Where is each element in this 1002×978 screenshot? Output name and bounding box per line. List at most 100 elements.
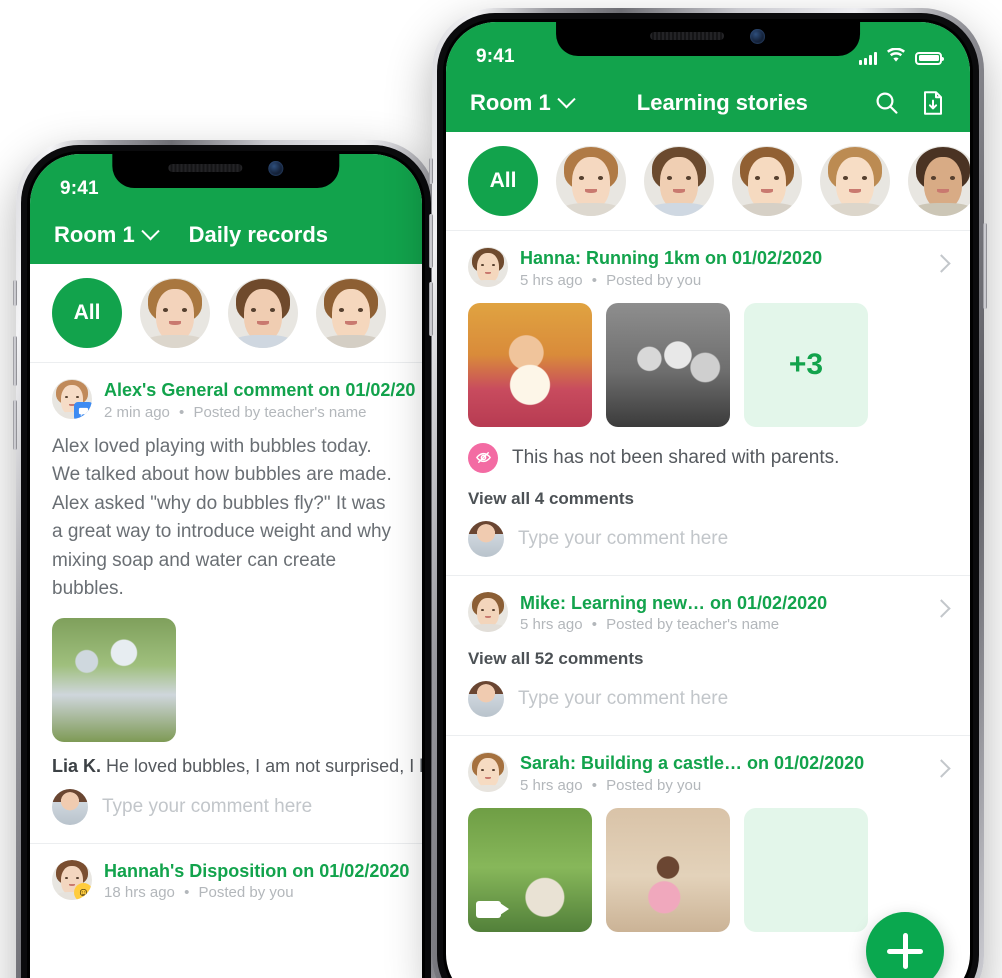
volume-up-button[interactable] (13, 336, 17, 386)
filter-child-avatar[interactable] (316, 278, 386, 348)
avatar-mouth (761, 189, 773, 193)
more-photos-count: +3 (788, 347, 824, 381)
comment-composer[interactable]: Type your comment here (468, 520, 948, 557)
room-selector-front[interactable]: Room 1 (470, 89, 576, 116)
filter-child-avatar[interactable] (556, 146, 626, 216)
avatar-eye (931, 176, 936, 180)
post-more-photos-tile[interactable]: +3 (744, 302, 868, 427)
post-item[interactable]: Mike: Learning new… on 01/02/2020 5 hrs … (446, 574, 970, 736)
filter-child-avatar[interactable] (908, 146, 970, 216)
smiley-face-icon: ☺ (74, 882, 92, 900)
earpiece-speaker-icon (168, 164, 243, 172)
avatar-skin (836, 157, 874, 209)
post-subtitle: 2 min ago • Posted by teacher's name (104, 404, 400, 421)
avatar-eye (163, 308, 168, 312)
page-title-front: Learning stories (636, 90, 808, 115)
power-button[interactable] (983, 223, 987, 309)
post-avatar[interactable] (52, 379, 92, 419)
eye-off-icon (468, 442, 498, 473)
mute-switch[interactable] (429, 158, 433, 184)
avatar-eye (65, 876, 68, 879)
chevron-right-icon[interactable] (932, 759, 951, 778)
post-header: ☺ Hannah's Disposition on 01/02/2020 18 … (52, 859, 409, 901)
plus-icon (902, 933, 908, 969)
comment-input-placeholder[interactable]: Type your comment here (518, 688, 728, 710)
post-header: Sarah: Building a castle… on 01/02/2020 … (468, 752, 951, 794)
avatar-skin (477, 758, 499, 788)
volume-up-button[interactable] (429, 214, 433, 268)
avatar-eye (667, 176, 672, 180)
post-photo-thumbnail[interactable] (468, 302, 592, 427)
post-video-thumbnail[interactable] (468, 807, 592, 932)
post-item[interactable]: Hanna: Running 1km on 01/02/2020 5 hrs a… (446, 231, 970, 575)
filter-child-avatar[interactable] (228, 278, 298, 348)
comment-input-placeholder[interactable]: Type your comment here (102, 796, 312, 818)
post-photo-thumbnail[interactable] (606, 807, 730, 932)
comment-text: He loved bubbles, I am not surprised, I … (106, 755, 422, 776)
filter-child-avatar[interactable] (644, 146, 714, 216)
post-meta: Hanna: Running 1km on 01/02/2020 5 hrs a… (520, 247, 923, 289)
post-thumbnails (52, 617, 400, 742)
post-avatar[interactable] (468, 247, 508, 287)
share-status-text: This has not been shared with parents. (512, 446, 840, 468)
chat-bubble-icon (74, 402, 92, 419)
status-indicators (859, 47, 944, 68)
separator-dot: • (591, 271, 597, 289)
avatar-eye (686, 176, 691, 180)
filter-child-avatar[interactable] (140, 278, 210, 348)
post-avatar[interactable] (468, 752, 508, 792)
post-avatar[interactable] (468, 591, 508, 632)
post-meta: Alex's General comment on 01/02/20 2 min… (104, 379, 416, 421)
child-filter-strip-back[interactable]: All (30, 264, 422, 363)
post-item[interactable]: Alex's General comment on 01/02/20 2 min… (30, 363, 422, 843)
earpiece-speaker-icon (650, 32, 725, 40)
volume-down-button[interactable] (13, 400, 17, 450)
document-download-icon[interactable] (918, 88, 948, 118)
avatar-eye (182, 308, 187, 312)
search-icon[interactable] (872, 88, 902, 118)
post-title: Sarah: Building a castle… on 01/02/2020 (520, 753, 865, 773)
post-more-photos-tile[interactable] (744, 807, 868, 932)
post-body: Alex loved playing with bubbles today. W… (52, 435, 392, 600)
volume-down-button[interactable] (429, 282, 433, 336)
front-camera-icon (268, 160, 284, 176)
post-time: 18 hrs ago (104, 884, 175, 901)
chevron-right-icon[interactable] (932, 598, 951, 618)
status-clock: 9:41 (60, 178, 99, 199)
comment-composer[interactable]: Type your comment here (468, 681, 948, 717)
filter-all-label: All (489, 169, 517, 192)
post-photo-thumbnail[interactable] (606, 302, 730, 427)
filter-all-back[interactable]: All (52, 278, 122, 348)
nav-bar-front: Room 1 Learning stories (446, 74, 970, 132)
separator-dot: • (591, 616, 597, 633)
post-top-comment: Lia K. He loved bubbles, I am not surpri… (52, 756, 422, 777)
post-item[interactable]: ☺ Hannah's Disposition on 01/02/2020 18 … (30, 842, 422, 920)
post-time: 2 min ago (104, 403, 170, 421)
filter-all-front[interactable]: All (468, 146, 538, 216)
avatar-skin (332, 289, 370, 341)
avatar-skin (660, 157, 698, 209)
child-filter-strip-front[interactable]: All (446, 132, 970, 231)
comment-input-placeholder[interactable]: Type your comment here (518, 528, 728, 550)
avatar-eye (492, 608, 495, 611)
comment-composer[interactable]: Type your comment here (52, 788, 400, 825)
post-time: 5 hrs ago (520, 271, 583, 289)
room-selector-label: Room 1 (470, 90, 551, 115)
avatar-skin (477, 253, 499, 283)
filter-child-avatar[interactable] (820, 146, 890, 216)
filter-child-avatar[interactable] (732, 146, 802, 216)
mute-switch[interactable] (13, 280, 17, 306)
avatar-mouth (849, 189, 861, 193)
post-avatar[interactable]: ☺ (52, 859, 92, 900)
post-author: Posted by you (198, 884, 294, 901)
view-all-comments-link[interactable]: View all 4 comments (468, 489, 948, 509)
room-selector-back[interactable]: Room 1 (54, 221, 160, 248)
post-author: Posted by you (606, 776, 702, 794)
battery-full-icon (915, 51, 944, 65)
chevron-right-icon[interactable] (932, 254, 951, 273)
post-photo-thumbnail[interactable] (52, 617, 176, 742)
current-user-avatar (52, 788, 88, 825)
view-all-comments-link[interactable]: View all 52 comments (468, 649, 948, 669)
post-title: Alex's General comment on 01/02/20 (104, 380, 416, 400)
current-user-avatar (468, 520, 504, 557)
